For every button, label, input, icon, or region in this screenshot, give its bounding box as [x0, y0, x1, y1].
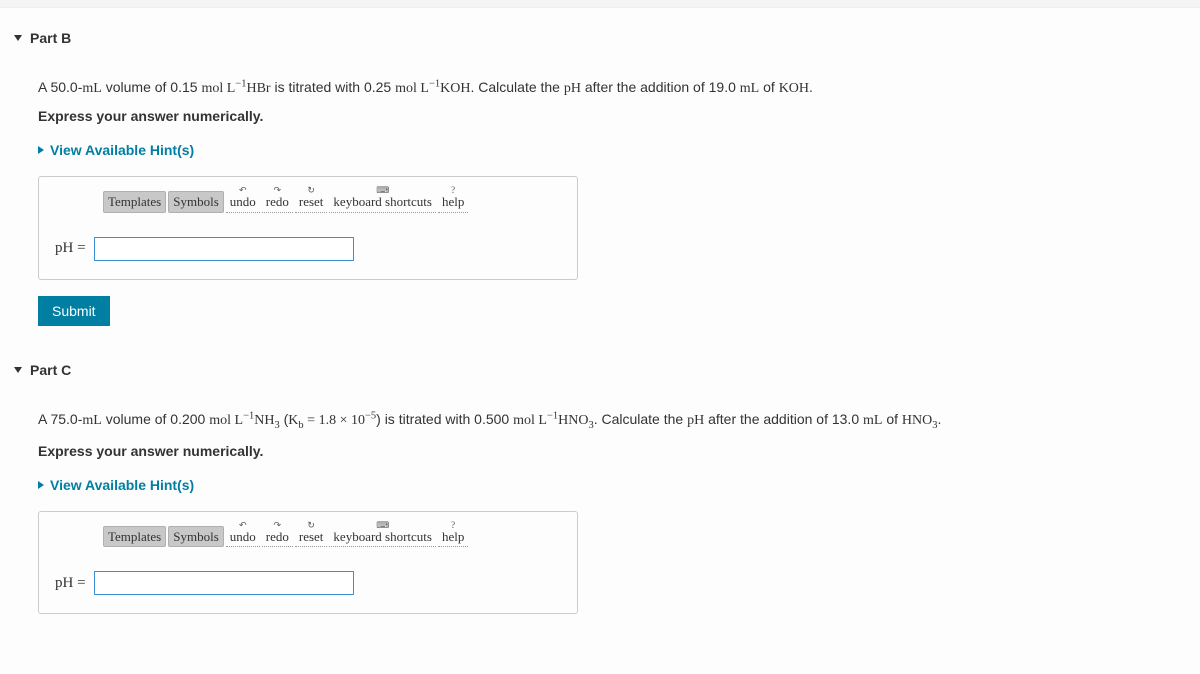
caret-right-icon [38, 146, 44, 154]
hints-label: View Available Hint(s) [50, 477, 194, 493]
keyboard-shortcuts-label: keyboard shortcuts [333, 529, 432, 544]
part-c-express: Express your answer numerically. [38, 443, 1186, 459]
undo-button[interactable]: ↶undo [226, 192, 260, 213]
part-b-answer-row: pH = [55, 237, 561, 261]
undo-label: undo [230, 529, 256, 544]
part-b-section: Part B A 50.0-mL volume of 0.15 mol L−1H… [0, 8, 1200, 356]
part-b-submit-button[interactable]: Submit [38, 296, 110, 326]
help-button[interactable]: ?help [438, 527, 468, 548]
part-c-question: A 75.0-mL volume of 0.200 mol L−1NH3 (Kb… [38, 408, 1186, 435]
help-button[interactable]: ?help [438, 192, 468, 213]
reset-button[interactable]: ↻reset [295, 527, 328, 548]
hints-label: View Available Hint(s) [50, 142, 194, 158]
redo-label: redo [266, 529, 289, 544]
undo-label: undo [230, 194, 256, 209]
part-c-title: Part C [30, 362, 71, 378]
part-b-express: Express your answer numerically. [38, 108, 1186, 124]
reset-label: reset [299, 529, 324, 544]
keyboard-shortcuts-label: keyboard shortcuts [333, 194, 432, 209]
templates-button[interactable]: Templates [103, 526, 166, 548]
part-c-content: A 75.0-mL volume of 0.200 mol L−1NH3 (Kb… [14, 408, 1186, 614]
part-c-section: Part C A 75.0-mL volume of 0.200 mol L−1… [0, 356, 1200, 640]
ph-label: pH = [55, 575, 86, 592]
part-c-answer-box: Templates Symbols ↶undo ↷redo ↻reset ⌨ke… [38, 511, 578, 615]
part-b-question: A 50.0-mL volume of 0.15 mol L−1HBr is t… [38, 76, 1186, 100]
caret-down-icon [14, 367, 22, 373]
keyboard-shortcuts-button[interactable]: ⌨keyboard shortcuts [329, 192, 436, 213]
reset-button[interactable]: ↻reset [295, 192, 328, 213]
keyboard-shortcuts-button[interactable]: ⌨keyboard shortcuts [329, 527, 436, 548]
equation-toolbar: Templates Symbols ↶undo ↷redo ↻reset ⌨ke… [55, 191, 561, 213]
part-b-header[interactable]: Part B [14, 30, 1186, 46]
part-c-answer-input[interactable] [94, 571, 354, 595]
redo-label: redo [266, 194, 289, 209]
help-label: help [442, 194, 464, 209]
part-b-answer-box: Templates Symbols ↶undo ↷redo ↻reset ⌨ke… [38, 176, 578, 280]
caret-right-icon [38, 481, 44, 489]
part-b-content: A 50.0-mL volume of 0.15 mol L−1HBr is t… [14, 76, 1186, 346]
undo-button[interactable]: ↶undo [226, 527, 260, 548]
part-b-hints-link[interactable]: View Available Hint(s) [38, 142, 1186, 158]
part-c-answer-row: pH = [55, 571, 561, 595]
part-b-answer-input[interactable] [94, 237, 354, 261]
part-b-title: Part B [30, 30, 71, 46]
reset-label: reset [299, 194, 324, 209]
help-label: help [442, 529, 464, 544]
redo-button[interactable]: ↷redo [262, 527, 293, 548]
part-c-header[interactable]: Part C [14, 362, 1186, 378]
symbols-button[interactable]: Symbols [168, 191, 224, 213]
symbols-button[interactable]: Symbols [168, 526, 224, 548]
ph-label: pH = [55, 240, 86, 257]
templates-button[interactable]: Templates [103, 191, 166, 213]
equation-toolbar: Templates Symbols ↶undo ↷redo ↻reset ⌨ke… [55, 526, 561, 548]
top-strip [0, 0, 1200, 8]
redo-button[interactable]: ↷redo [262, 192, 293, 213]
part-c-hints-link[interactable]: View Available Hint(s) [38, 477, 1186, 493]
caret-down-icon [14, 35, 22, 41]
